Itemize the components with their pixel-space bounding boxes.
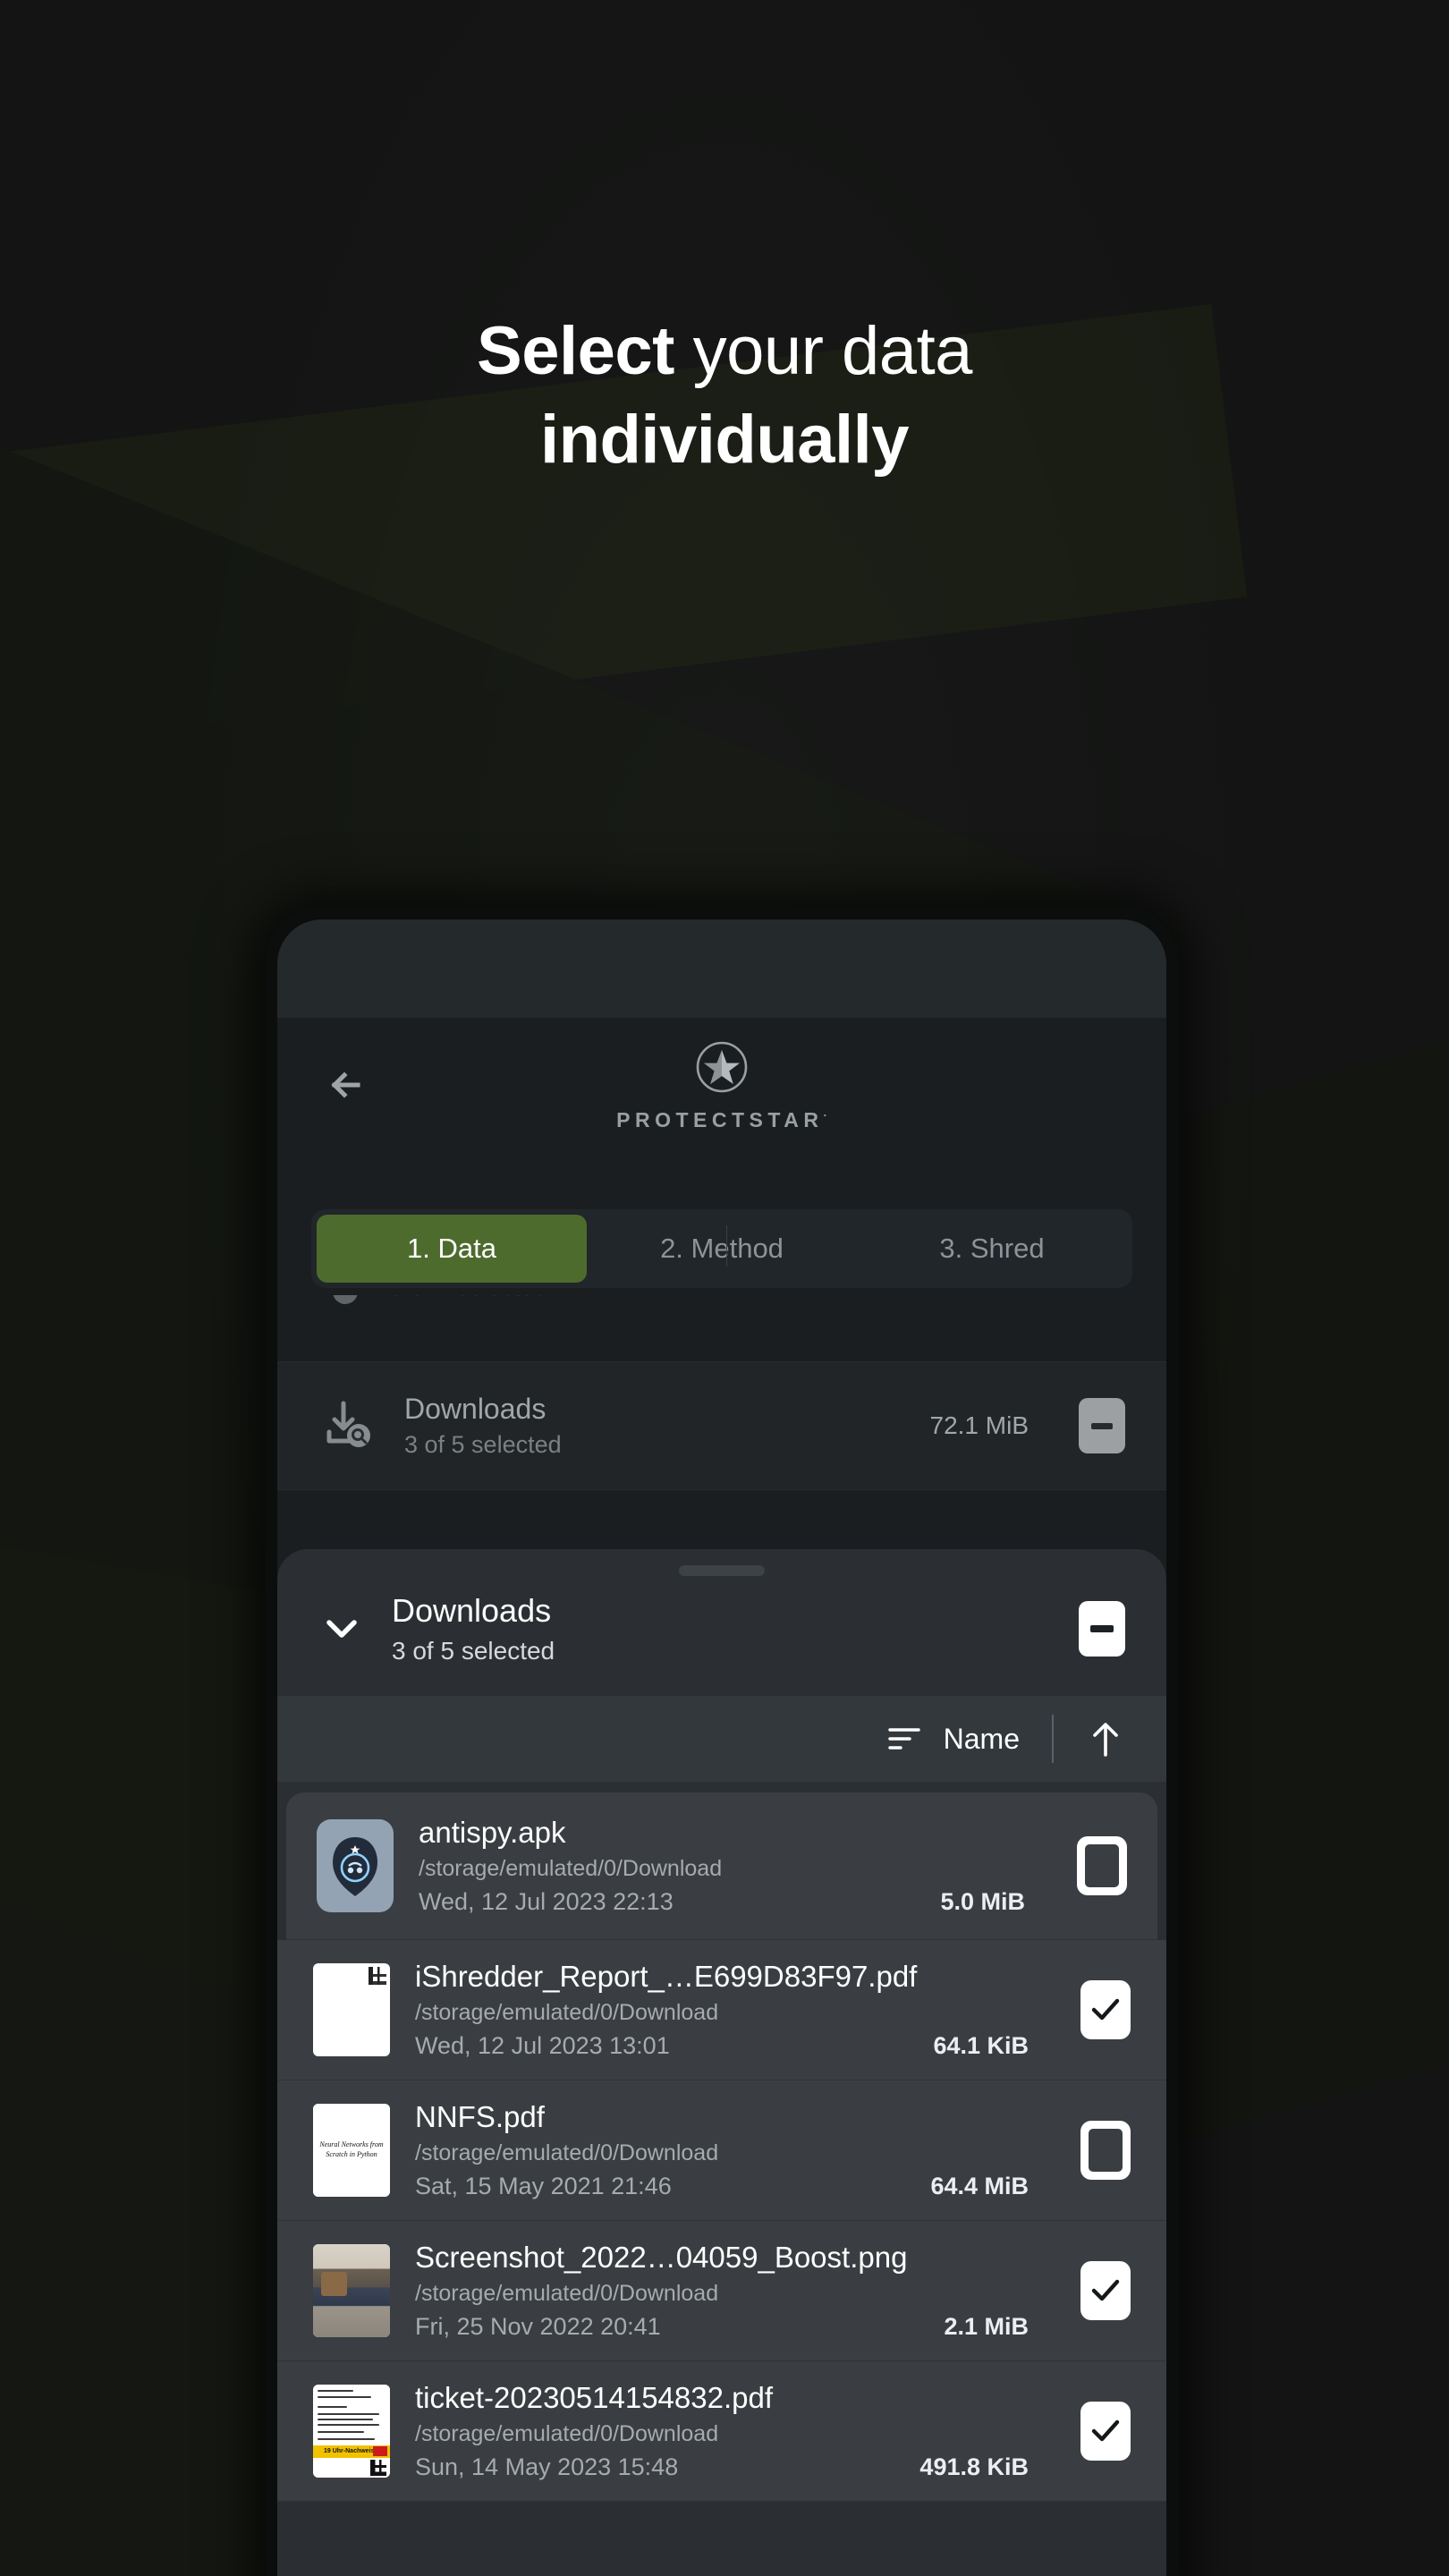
clipped-category-row[interactable]: 0 of 1 selected <box>277 1295 1166 1335</box>
background-category-list: 0 of 1 selected <box>277 1295 1166 1490</box>
qr-code-glyph <box>369 1967 386 1985</box>
brand-name: PROTECTSTAR· <box>616 1108 827 1131</box>
file-checkbox[interactable] <box>1077 1836 1127 1895</box>
headline-light: your data <box>674 313 973 389</box>
file-path: /storage/emulated/0/Download <box>415 2281 719 2306</box>
downloads-bottom-sheet: Downloads 3 of 5 selected Name antispy.a… <box>277 1549 1166 2576</box>
sheet-grabber[interactable] <box>679 1565 765 1576</box>
brand-block: PROTECTSTAR· <box>277 1039 1166 1132</box>
sheet-title: Downloads <box>392 1592 552 1629</box>
file-checkbox[interactable] <box>1080 2121 1131 2180</box>
table-row[interactable]: Screenshot_2022…04059_Boost.png /storage… <box>277 2221 1166 2361</box>
sort-lines-icon[interactable] <box>885 1719 924 1758</box>
file-date: Wed, 12 Jul 2023 13:01 <box>415 2032 670 2059</box>
file-checkbox[interactable] <box>1080 1980 1131 2039</box>
promo-headline: Select your data individually <box>0 308 1449 485</box>
file-path: /storage/emulated/0/Download <box>415 2000 719 2025</box>
chevron-down-icon[interactable] <box>318 1606 365 1652</box>
file-name: antispy.apk <box>419 1816 566 1849</box>
sort-divider <box>1052 1715 1054 1763</box>
table-row[interactable]: Neural Networks from Scratch in Python N… <box>277 2080 1166 2221</box>
table-row[interactable]: antispy.apk /storage/emulated/0/Download… <box>286 1792 1157 1940</box>
trademark-mark: · <box>823 1108 827 1123</box>
table-row[interactable]: 19 Uhr-Nachweis ticket-20230514154832.pd… <box>277 2361 1166 2502</box>
pdf-report-thumb <box>313 1963 390 2056</box>
tab-method[interactable]: 2. Method <box>587 1215 857 1283</box>
sort-field-label[interactable]: Name <box>944 1723 1020 1756</box>
headline-strong: Select <box>477 313 674 389</box>
app-body: PROTECTSTAR· 1. Data 2. Method 3. Shred <box>277 1018 1166 2576</box>
sheet-subtitle: 3 of 5 selected <box>392 1637 555 1665</box>
protectstar-star-icon <box>694 1039 750 1099</box>
photo-livingroom-thumb <box>313 2244 390 2337</box>
phone-mockup: PROTECTSTAR· 1. Data 2. Method 3. Shred <box>265 907 1179 2576</box>
file-checkbox[interactable] <box>1080 2402 1131 2461</box>
promo-screenshot: Select your data individually PROTECTSTA… <box>0 0 1449 2576</box>
headline-line-2: individually <box>539 401 910 478</box>
file-path: /storage/emulated/0/Download <box>415 2421 719 2446</box>
status-bar <box>277 919 1166 1018</box>
tab-divider <box>725 1225 727 1267</box>
file-size: 2.1 MiB <box>944 2313 1029 2340</box>
background-downloads-size: 72.1 MiB <box>929 1411 1030 1439</box>
headline-line-1: Select your data <box>0 308 1449 396</box>
file-size: 491.8 KiB <box>919 2453 1029 2480</box>
file-checkbox[interactable] <box>1080 2261 1131 2320</box>
table-row[interactable]: iShredder_Report_…E699D83F97.pdf /storag… <box>277 1940 1166 2080</box>
app-header: PROTECTSTAR· <box>277 1018 1166 1197</box>
download-search-icon <box>318 1396 377 1455</box>
background-downloads-row[interactable]: Downloads 3 of 5 selected 72.1 MiB <box>277 1361 1166 1490</box>
file-size: 64.4 MiB <box>930 2173 1029 2199</box>
file-date: Fri, 25 Nov 2022 20:41 <box>415 2313 661 2340</box>
tab-data[interactable]: 1. Data <box>317 1215 587 1283</box>
pdf-book-cover-thumb: Neural Networks from Scratch in Python <box>313 2104 390 2197</box>
tab-shred[interactable]: 3. Shred <box>857 1215 1127 1283</box>
background-downloads-title: Downloads <box>404 1393 547 1425</box>
file-name: Screenshot_2022…04059_Boost.png <box>415 2241 908 2274</box>
background-downloads-checkbox[interactable] <box>1079 1398 1125 1453</box>
sort-bar: Name <box>277 1696 1166 1782</box>
pdf-ticket-thumb: 19 Uhr-Nachweis <box>313 2385 390 2478</box>
book-cover-title: Neural Networks from Scratch in Python <box>319 2140 384 2158</box>
file-date: Wed, 12 Jul 2023 22:13 <box>419 1888 674 1915</box>
step-tabs: 1. Data 2. Method 3. Shred <box>311 1209 1132 1288</box>
category-icon <box>318 1295 367 1311</box>
file-list: antispy.apk /storage/emulated/0/Download… <box>277 1792 1166 2502</box>
background-downloads-sub: 3 of 5 selected <box>404 1431 562 1458</box>
file-path: /storage/emulated/0/Download <box>419 1856 723 1881</box>
file-size: 64.1 KiB <box>933 2032 1029 2059</box>
file-name: NNFS.pdf <box>415 2100 545 2133</box>
arrow-up-icon[interactable] <box>1086 1717 1125 1760</box>
file-path: /storage/emulated/0/Download <box>415 2140 719 2165</box>
file-date: Sat, 15 May 2021 21:46 <box>415 2173 672 2199</box>
apk-antispy-icon <box>317 1819 394 1912</box>
file-date: Sun, 14 May 2023 15:48 <box>415 2453 679 2480</box>
phone-screen: PROTECTSTAR· 1. Data 2. Method 3. Shred <box>277 919 1166 2576</box>
file-size: 5.0 MiB <box>940 1888 1025 1915</box>
clipped-row-sub: 0 of 1 selected <box>390 1295 547 1301</box>
file-name: iShredder_Report_…E699D83F97.pdf <box>415 1960 918 1993</box>
file-name: ticket-20230514154832.pdf <box>415 2381 773 2414</box>
sheet-select-all-checkbox[interactable] <box>1079 1601 1125 1657</box>
